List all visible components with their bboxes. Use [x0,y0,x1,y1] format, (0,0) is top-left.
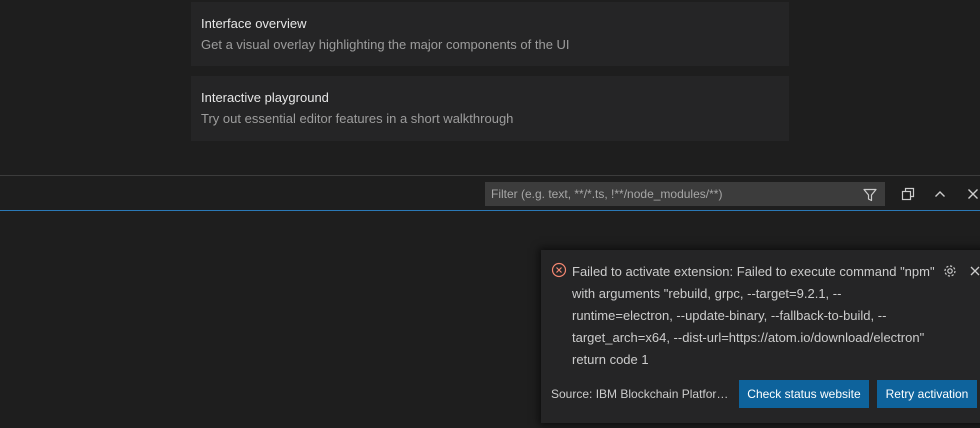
message-line: with arguments "rebuild, grpc, --target=… [572,286,842,301]
message-line: return code 1 [572,352,649,367]
notification-message: Failed to activate extension: Failed to … [572,261,942,371]
error-icon [551,262,567,278]
retry-activation-button[interactable]: Retry activation [877,380,977,408]
notification-source: Source: IBM Blockchain Platform ... [551,387,738,401]
walkthrough-card-interactive-playground[interactable]: Interactive playground Try out essential… [191,76,789,141]
filter-icon[interactable] [862,187,878,203]
close-icon[interactable] [967,263,980,279]
check-status-website-button[interactable]: Check status website [739,380,869,408]
card-description: Get a visual overlay highlighting the ma… [201,37,570,52]
welcome-page: Interface overview Get a visual overlay … [0,0,980,175]
card-description: Try out essential editor features in a s… [201,111,514,126]
walkthrough-card-interface-overview[interactable]: Interface overview Get a visual overlay … [191,2,789,66]
gear-icon[interactable] [942,263,958,279]
close-icon[interactable] [964,185,980,203]
filter-placeholder: Filter (e.g. text, **/*.ts, !**/node_mod… [491,187,723,201]
message-line: runtime=electron, --update-binary, --fal… [572,308,887,323]
workbench: Interface overview Get a visual overlay … [0,0,980,428]
card-title: Interactive playground [201,90,329,105]
message-line: target_arch=x64, --dist-url=https://atom… [572,330,925,345]
notification-toast: Failed to activate extension: Failed to … [541,250,980,423]
restore-panel-icon[interactable] [899,185,917,203]
filter-input[interactable]: Filter (e.g. text, **/*.ts, !**/node_mod… [485,182,885,206]
chevron-up-icon[interactable] [931,185,949,203]
message-line: Failed to activate extension: Failed to … [572,264,935,279]
card-title: Interface overview [201,16,307,31]
